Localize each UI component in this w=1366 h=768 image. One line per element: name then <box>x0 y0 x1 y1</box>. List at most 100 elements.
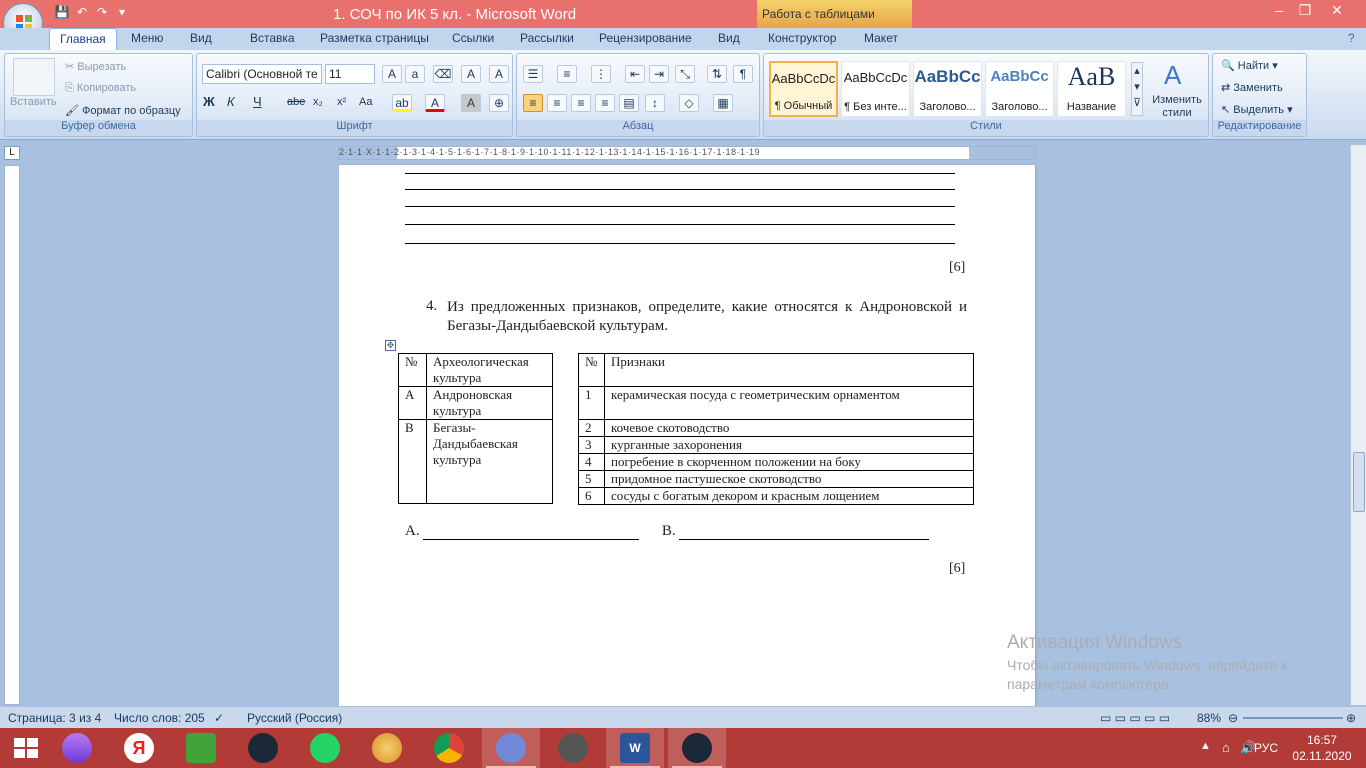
table-cell[interactable]: Бегазы-Дандыбаевская культура <box>426 419 553 504</box>
tab-design[interactable]: Конструктор <box>768 31 836 45</box>
change-styles-button[interactable]: Изменить стили <box>1148 94 1206 120</box>
shrink-font-button[interactable]: a <box>405 65 425 83</box>
input-language[interactable]: РУС <box>1254 741 1278 755</box>
steam-app[interactable] <box>234 728 292 768</box>
zoom-level[interactable]: 88% <box>1197 711 1221 725</box>
vertical-scrollbar[interactable] <box>1350 145 1366 705</box>
clock[interactable]: 16:57 02.11.2020 <box>1292 733 1352 763</box>
superscript-button[interactable]: x² <box>337 96 346 108</box>
char-border-button[interactable]: A <box>489 65 509 83</box>
table-cell[interactable]: В <box>398 419 427 504</box>
bold-button[interactable]: Ж <box>203 94 215 109</box>
answer-b-line[interactable] <box>679 539 930 540</box>
justify-button[interactable]: ≡ <box>595 94 615 112</box>
tab-menu[interactable]: Меню <box>131 31 163 45</box>
tab-references[interactable]: Ссылки <box>452 31 494 45</box>
close-button[interactable]: ✕ <box>1322 2 1352 24</box>
grow-font-button[interactable]: A <box>382 65 402 83</box>
clipboard-icon[interactable] <box>13 58 55 96</box>
save-icon[interactable]: 💾 <box>54 5 70 21</box>
clear-format-button[interactable]: ⌫ <box>433 65 453 83</box>
table-cell[interactable]: А <box>398 386 427 420</box>
undo-icon[interactable]: ↶ <box>74 5 90 21</box>
font-size-combo[interactable]: 11 <box>325 64 375 84</box>
table-cell[interactable]: Андроновская культура <box>426 386 553 420</box>
align-left-button[interactable]: ≡ <box>523 94 543 112</box>
table-cell[interactable]: 6 <box>578 487 605 505</box>
vertical-ruler[interactable] <box>4 165 20 705</box>
scrollbar-thumb[interactable] <box>1353 452 1365 512</box>
distributed-button[interactable]: ▤ <box>619 94 639 112</box>
chrome-app[interactable] <box>420 728 478 768</box>
strikethrough-button[interactable]: abe <box>287 96 305 108</box>
styles-scroll[interactable]: ▴ ▾ ⊽ <box>1131 62 1143 116</box>
yandex-browser-app[interactable]: Я <box>110 728 168 768</box>
tab-mailings[interactable]: Рассылки <box>520 31 574 45</box>
tray-chevron-icon[interactable]: ▲ <box>1200 740 1211 752</box>
style-heading-2[interactable]: AaBbCc Заголово... <box>985 61 1054 117</box>
table-cell[interactable]: 5 <box>578 470 605 488</box>
sort-button[interactable]: ⇅ <box>707 65 727 83</box>
help-icon[interactable]: ? <box>1348 31 1355 45</box>
find-button[interactable]: 🔍 Найти ▾ <box>1221 59 1278 72</box>
table-move-handle-icon[interactable]: ✥ <box>385 340 396 351</box>
customize-icon[interactable]: ▾ <box>114 5 130 21</box>
view-buttons[interactable]: ▭ ▭ ▭ ▭ ▭ <box>1100 711 1170 725</box>
document-page[interactable]: [6] 4. Из предложенных признаков, опреде… <box>339 165 1035 706</box>
table-cell[interactable]: курганные захоронения <box>604 436 974 454</box>
text-direction-button[interactable]: ⤡ <box>675 65 695 83</box>
table-cell[interactable]: керамическая посуда с геометрическим орн… <box>604 386 974 420</box>
bullets-button[interactable]: ☰ <box>523 65 543 83</box>
paste-button[interactable]: Вставить <box>10 96 57 108</box>
table-cell[interactable]: придомное пастушеское скотоводство <box>604 470 974 488</box>
table-cell[interactable]: кочевое скотоводство <box>604 419 974 437</box>
font-color-button[interactable]: A <box>425 94 445 112</box>
phonetic-button[interactable]: A <box>461 65 481 83</box>
discord-app[interactable] <box>482 728 540 768</box>
table-cell[interactable]: 1 <box>578 386 605 420</box>
tab-view-classic[interactable]: Вид <box>190 31 212 45</box>
align-center-button[interactable]: ≡ <box>547 94 567 112</box>
page-indicator[interactable]: Страница: 3 из 4 <box>8 711 101 725</box>
paint-app[interactable] <box>358 728 416 768</box>
select-button[interactable]: ↖ Выделить ▾ <box>1221 103 1293 116</box>
table-cell[interactable]: погребение в скорченном положении на бок… <box>604 453 974 471</box>
whatsapp-app[interactable] <box>296 728 354 768</box>
language-indicator[interactable]: Русский (Россия) <box>247 711 342 725</box>
enclose-char-button[interactable]: ⊕ <box>489 94 509 112</box>
table-cell[interactable]: Археологическая культура <box>426 353 553 387</box>
word-app[interactable]: W <box>606 728 664 768</box>
line-spacing-button[interactable]: ↕ <box>645 94 665 112</box>
underline-button[interactable]: Ч <box>253 94 262 109</box>
tab-layout[interactable]: Макет <box>864 31 898 45</box>
italic-button[interactable]: К <box>227 94 235 109</box>
increase-indent-button[interactable]: ⇥ <box>649 65 669 83</box>
tab-selector[interactable]: L <box>4 146 20 160</box>
table-cell[interactable]: 3 <box>578 436 605 454</box>
tab-view[interactable]: Вид <box>718 31 740 45</box>
borders-button[interactable]: ▦ <box>713 94 733 112</box>
char-shading-button[interactable]: A <box>461 94 481 112</box>
redo-icon[interactable]: ↷ <box>94 5 110 21</box>
multilevel-list-button[interactable]: ⋮ <box>591 65 611 83</box>
table-cell[interactable]: сосуды с богатым декором и красным лощен… <box>604 487 974 505</box>
tab-review[interactable]: Рецензирование <box>599 31 692 45</box>
alice-app[interactable] <box>48 728 106 768</box>
steam-app-2[interactable] <box>668 728 726 768</box>
table-cell[interactable]: № <box>578 353 605 387</box>
subscript-button[interactable]: x₂ <box>313 96 323 108</box>
zoom-slider[interactable] <box>1243 717 1343 719</box>
tab-home[interactable]: Главная <box>49 28 117 51</box>
word-count[interactable]: Число слов: 205 <box>114 711 205 725</box>
table-cell[interactable]: 2 <box>578 419 605 437</box>
table-cell[interactable]: Признаки <box>604 353 974 387</box>
network-icon[interactable]: ⌂ <box>1222 740 1230 755</box>
zoom-out-button[interactable]: ⊖ <box>1228 711 1238 725</box>
change-case-button[interactable]: Aa <box>359 96 372 108</box>
table-cell[interactable]: № <box>398 353 427 387</box>
align-right-button[interactable]: ≡ <box>571 94 591 112</box>
utorrent-app[interactable] <box>172 728 230 768</box>
speaker-app[interactable] <box>544 728 602 768</box>
spelling-icon[interactable]: ✓ <box>214 711 224 725</box>
format-painter-button[interactable]: 🖌 Формат по образцу <box>65 104 181 117</box>
